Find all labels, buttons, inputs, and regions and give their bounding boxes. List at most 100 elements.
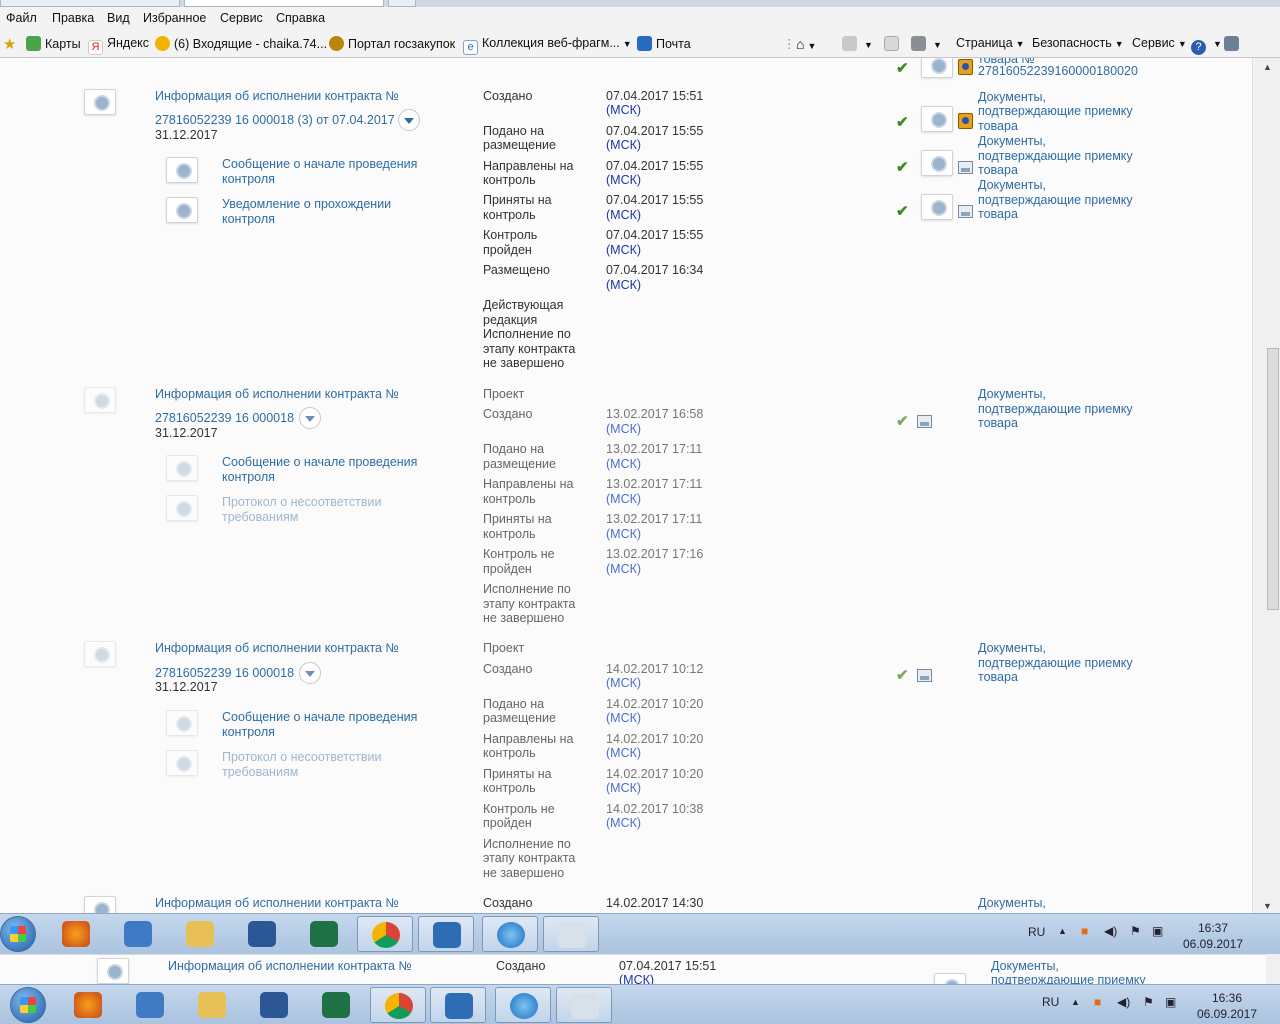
taskbar-chrome[interactable]	[370, 987, 426, 1023]
record-title[interactable]: Информация об исполнении контракта №	[155, 641, 399, 655]
read-mail-icon[interactable]	[884, 36, 903, 51]
sub-doc-button[interactable]	[166, 455, 198, 481]
sub-link-start-control-2[interactable]: контроля	[222, 725, 275, 739]
home-icon[interactable]: ⌂ ▼	[796, 36, 816, 52]
doc-link-3[interactable]: товара	[978, 416, 1018, 430]
document-button[interactable]	[921, 150, 953, 176]
doc-link-3[interactable]: товара	[978, 163, 1018, 177]
menu-edit[interactable]: Правка	[52, 11, 94, 25]
language-indicator[interactable]: RU	[1028, 925, 1045, 939]
volume-icon[interactable]: ◀)	[1104, 924, 1117, 938]
fav-yandex[interactable]: Я Яндекс	[88, 36, 149, 55]
start-button[interactable]	[0, 916, 36, 952]
taskbar-virtualbox[interactable]	[418, 916, 474, 952]
taskbar-word[interactable]	[246, 987, 302, 1023]
record-title[interactable]: Информация об исполнении контракта №	[155, 896, 399, 910]
taskbar-virtualbox[interactable]	[430, 987, 486, 1023]
scrollbar-thumb[interactable]	[1267, 348, 1279, 610]
doc-link-3[interactable]: товара	[978, 207, 1018, 221]
taskbar-ie[interactable]	[482, 916, 538, 952]
doc-link[interactable]: Документы,	[978, 90, 1046, 104]
menu-tools[interactable]: Сервис	[220, 11, 263, 25]
sub-doc-button[interactable]	[166, 710, 198, 736]
vertical-scrollbar[interactable]: ▲ ▼	[1252, 58, 1280, 913]
record-title[interactable]: Информация об исполнении контракта №	[155, 387, 399, 401]
language-indicator[interactable]: RU	[1042, 995, 1059, 1009]
safety-menu[interactable]: Безопасность ▼	[1032, 36, 1124, 50]
record-doc-button[interactable]	[97, 958, 129, 984]
browser-tab-active[interactable]	[184, 0, 384, 7]
record-contract-number[interactable]: 27816052239 16 000018	[155, 666, 294, 680]
fav-webslices[interactable]: e Коллекция веб-фрагм... ▼	[463, 36, 632, 55]
sub-link-start-control[interactable]: Сообщение о начале проведения	[222, 710, 417, 724]
print-icon[interactable]: ▼	[911, 36, 942, 51]
tray-expand-icon[interactable]: ▲	[1071, 997, 1080, 1007]
document-button[interactable]	[921, 106, 953, 132]
menu-favorites[interactable]: Избранное	[143, 11, 206, 25]
clock[interactable]: 16:37 06.09.2017	[1180, 920, 1246, 952]
doc-link[interactable]: Документы,	[978, 134, 1046, 148]
help-icon[interactable]: ? ▼	[1191, 36, 1222, 55]
expand-chevron-icon[interactable]	[299, 407, 321, 429]
fav-mail[interactable]: Почта	[637, 36, 691, 51]
doc-link-2[interactable]: подтверждающие приемку	[991, 973, 1146, 984]
sub-link-start-control[interactable]: Сообщение о начале проведения	[222, 455, 417, 469]
browser-tab[interactable]	[0, 0, 180, 7]
sub-link-protocol[interactable]: Протокол о несоответствии	[222, 495, 381, 509]
document-button[interactable]	[921, 58, 953, 78]
sub-link-start-control[interactable]: Сообщение о начале проведения	[222, 157, 417, 171]
research-icon[interactable]	[1224, 36, 1243, 51]
sub-link-protocol[interactable]: Протокол о несоответствии	[222, 750, 381, 764]
taskbar-excel[interactable]	[308, 987, 364, 1023]
clock[interactable]: 16:36 06.09.2017	[1194, 990, 1260, 1022]
sub-doc-button[interactable]	[166, 495, 198, 521]
doc-link-2[interactable]: подтверждающие приемку	[978, 149, 1133, 163]
doc-link[interactable]: Документы,	[978, 178, 1046, 192]
taskbar-firefox[interactable]	[48, 916, 104, 952]
taskbar-firefox[interactable]	[60, 987, 116, 1023]
document-button[interactable]	[921, 194, 953, 220]
fav-inbox[interactable]: (6) Входящие - chaika.74...	[155, 36, 327, 51]
page-menu[interactable]: Страница ▼	[956, 36, 1025, 50]
tray-app-icon[interactable]: ■	[1094, 995, 1101, 1009]
record-doc-button[interactable]	[84, 896, 116, 913]
sub-doc-button[interactable]	[166, 157, 198, 183]
sub-doc-button[interactable]	[166, 197, 198, 223]
doc-link[interactable]: Документы,	[978, 387, 1046, 401]
network-icon[interactable]: ▣	[1152, 924, 1163, 938]
doc-link-3[interactable]: товара	[978, 119, 1018, 133]
sub-link-passed-notice[interactable]: Уведомление о прохождении	[222, 197, 391, 211]
taskbar-sound[interactable]	[110, 916, 166, 952]
new-tab-button[interactable]	[388, 0, 416, 7]
sub-doc-button[interactable]	[166, 750, 198, 776]
record-doc-button[interactable]	[84, 387, 116, 413]
favorites-star-icon[interactable]: ★	[3, 35, 16, 53]
tray-app-icon[interactable]: ■	[1081, 924, 1088, 938]
sub-link-protocol-2[interactable]: требованиям	[222, 510, 298, 524]
record-contract-number[interactable]: 27816052239 16 000018	[155, 411, 294, 425]
start-button[interactable]	[10, 987, 46, 1023]
record-title[interactable]: Информация об исполнении контракта №	[168, 959, 412, 973]
doc-link[interactable]: Документы,	[978, 641, 1046, 655]
taskbar-ie[interactable]	[495, 987, 551, 1023]
tray-expand-icon[interactable]: ▲	[1058, 926, 1067, 936]
taskbar-sound[interactable]	[122, 987, 178, 1023]
document-button[interactable]	[934, 973, 966, 984]
taskbar-paint[interactable]	[556, 987, 612, 1023]
menu-file[interactable]: Файл	[6, 11, 37, 25]
sub-link-start-control-2[interactable]: контроля	[222, 470, 275, 484]
sub-link-start-control-2[interactable]: контроля	[222, 172, 275, 186]
doc-link[interactable]: Документы,	[991, 959, 1059, 973]
doc-link-2[interactable]: подтверждающие приемку	[978, 104, 1133, 118]
sub-link-protocol-2[interactable]: требованиям	[222, 765, 298, 779]
doc-link-2[interactable]: подтверждающие приемку	[978, 656, 1133, 670]
record-contract-number[interactable]: 27816052239 16 000018 (3) от 07.04.2017	[155, 113, 395, 127]
doc-link-2[interactable]: подтверждающие приемку	[978, 193, 1133, 207]
flag-icon[interactable]: ⚑	[1143, 995, 1154, 1009]
doc-link[interactable]: Документы,	[978, 896, 1046, 910]
taskbar-explorer[interactable]	[184, 987, 240, 1023]
fav-maps[interactable]: Карты	[26, 36, 81, 51]
doc-link-2[interactable]: подтверждающие приемку	[978, 402, 1133, 416]
record-title[interactable]: Информация об исполнении контракта №	[155, 89, 399, 103]
taskbar-chrome[interactable]	[357, 916, 413, 952]
